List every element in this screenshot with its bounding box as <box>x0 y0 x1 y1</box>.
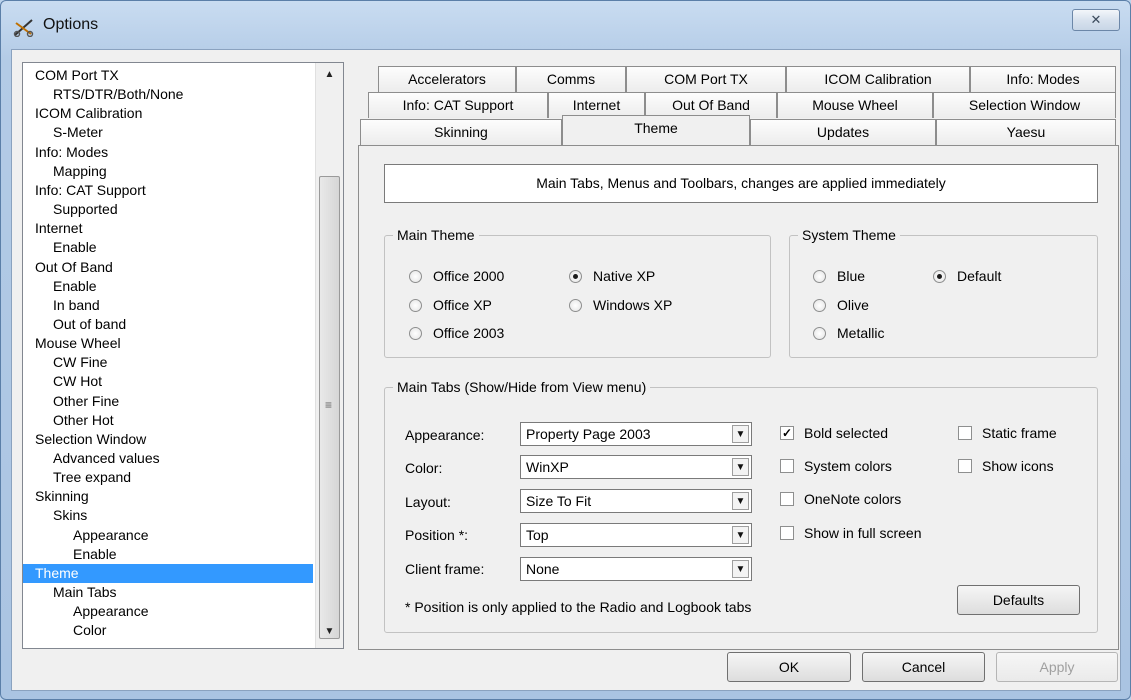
dropdown-arrow-icon[interactable]: ▼ <box>732 492 749 510</box>
position-note: * Position is only applied to the Radio … <box>405 599 752 615</box>
tree-item[interactable]: Supported <box>23 200 313 219</box>
position-select[interactable]: Top ▼ <box>520 523 752 547</box>
tab-info-cat-support[interactable]: Info: CAT Support <box>368 92 548 118</box>
tree-item[interactable]: Other Hot <box>23 411 313 430</box>
radio-circle-icon <box>813 327 826 340</box>
radio-circle-icon <box>813 299 826 312</box>
tree-item[interactable]: Other Fine <box>23 392 313 411</box>
radio-circle-icon <box>569 299 582 312</box>
tree-item[interactable]: Out Of Band <box>23 258 313 277</box>
tab-comms[interactable]: Comms <box>516 66 626 92</box>
tab-theme[interactable]: Theme <box>562 115 750 145</box>
appearance-label: Appearance: <box>405 427 485 443</box>
tab-yaesu[interactable]: Yaesu <box>936 119 1116 145</box>
appearance-select[interactable]: Property Page 2003 ▼ <box>520 422 752 446</box>
checkbox-icon <box>780 492 794 506</box>
system-theme-group: System Theme <box>789 226 1098 358</box>
tree-item[interactable]: CW Fine <box>23 353 313 372</box>
layout-select[interactable]: Size To Fit ▼ <box>520 489 752 513</box>
tree-item[interactable]: Info: CAT Support <box>23 181 313 200</box>
tree-item[interactable]: Info: Modes <box>23 143 313 162</box>
checkbox-icon <box>958 426 972 440</box>
color-label: Color: <box>405 460 443 476</box>
tab-updates[interactable]: Updates <box>750 119 936 145</box>
info-message: Main Tabs, Menus and Toolbars, changes a… <box>384 164 1098 203</box>
tree-item[interactable]: Main Tabs <box>23 583 313 602</box>
scroll-down-arrow-icon[interactable]: ▼ <box>316 622 343 642</box>
position-label: Position *: <box>405 527 469 543</box>
tree-item[interactable]: In band <box>23 296 313 315</box>
checkmark-icon: ✓ <box>780 426 794 440</box>
tree-item[interactable]: Theme <box>23 563 313 583</box>
tab-selection-window[interactable]: Selection Window <box>933 92 1116 118</box>
tree-item[interactable]: Skins <box>23 506 313 525</box>
tree-item[interactable]: COM Port TX <box>23 66 313 85</box>
tree-item[interactable]: Skinning <box>23 487 313 506</box>
tab-com-port-tx[interactable]: COM Port TX <box>626 66 786 92</box>
main-tabs-group-label: Main Tabs (Show/Hide from View menu) <box>393 378 651 396</box>
checkbox-icon <box>958 459 972 473</box>
options-tree[interactable]: COM Port TX RTS/DTR/Both/None ICOM Calibra… <box>22 62 344 649</box>
radio-circle-icon <box>409 299 422 312</box>
radio-selected-icon <box>569 270 582 283</box>
tree-item[interactable]: Appearance <box>23 526 313 545</box>
color-select[interactable]: WinXP ▼ <box>520 455 752 479</box>
tree-item[interactable]: Selection Window <box>23 430 313 449</box>
tab-icom-calibration[interactable]: ICOM Calibration <box>786 66 970 92</box>
scroll-up-arrow-icon[interactable]: ▲ <box>316 65 343 85</box>
tree-item[interactable]: Enable <box>23 545 313 564</box>
tree-item[interactable]: Mapping <box>23 162 313 181</box>
tree-item[interactable]: Color <box>23 621 313 640</box>
tree-item[interactable]: Advanced values <box>23 449 313 468</box>
client-frame-select[interactable]: None ▼ <box>520 557 752 581</box>
dropdown-arrow-icon[interactable]: ▼ <box>732 560 749 578</box>
radio-circle-icon <box>409 270 422 283</box>
tree-item[interactable]: RTS/DTR/Both/None <box>23 85 313 104</box>
client-frame-label: Client frame: <box>405 561 485 577</box>
ok-button[interactable]: OK <box>727 652 851 682</box>
system-theme-group-label: System Theme <box>798 226 900 244</box>
main-theme-group-label: Main Theme <box>393 226 479 244</box>
dropdown-arrow-icon[interactable]: ▼ <box>732 458 749 476</box>
grip-icon: ≡ <box>325 398 333 412</box>
radio-circle-icon <box>409 327 422 340</box>
window-title: Options <box>43 16 99 33</box>
apply-button[interactable]: Apply <box>996 652 1118 682</box>
tree-item[interactable]: Mouse Wheel <box>23 334 313 353</box>
title-bar[interactable]: Options ✕ <box>1 1 1130 51</box>
tree-item[interactable]: Out of band <box>23 315 313 334</box>
tree-item[interactable]: Enable <box>23 277 313 296</box>
radio-circle-icon <box>813 270 826 283</box>
tree-item[interactable]: CW Hot <box>23 372 313 391</box>
dropdown-arrow-icon[interactable]: ▼ <box>732 526 749 544</box>
tab-mouse-wheel[interactable]: Mouse Wheel <box>777 92 933 118</box>
cancel-button[interactable]: Cancel <box>862 652 985 682</box>
defaults-button[interactable]: Defaults <box>957 585 1080 615</box>
tab-info-modes[interactable]: Info: Modes <box>970 66 1116 92</box>
tree-item[interactable]: ICOM Calibration <box>23 104 313 123</box>
tree-item[interactable]: S-Meter <box>23 123 313 142</box>
close-icon: ✕ <box>1090 12 1102 27</box>
scroll-thumb[interactable]: ≡ <box>319 176 340 639</box>
checkbox-icon <box>780 526 794 540</box>
dropdown-arrow-icon[interactable]: ▼ <box>732 425 749 443</box>
close-button[interactable]: ✕ <box>1072 9 1120 31</box>
checkbox-icon <box>780 459 794 473</box>
tree-item[interactable]: Appearance <box>23 602 313 621</box>
radio-selected-icon <box>933 270 946 283</box>
tree-item[interactable]: Internet <box>23 219 313 238</box>
tree-scrollbar[interactable]: ▲ ≡ ▼ <box>315 63 343 648</box>
tree-item[interactable]: Tree expand <box>23 468 313 487</box>
tree-item[interactable]: Enable <box>23 238 313 257</box>
tab-accelerators[interactable]: Accelerators <box>378 66 516 92</box>
layout-label: Layout: <box>405 494 451 510</box>
scissors-icon <box>13 17 35 38</box>
tab-skinning[interactable]: Skinning <box>360 119 562 145</box>
